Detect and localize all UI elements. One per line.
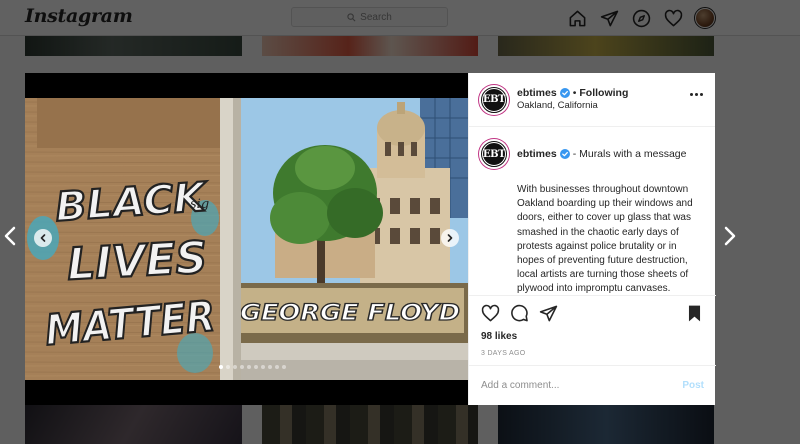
feed-thumbnail[interactable] — [25, 36, 242, 56]
post-modal: GEORGE FLOYD BLACK LIVES MATTER sig EBT … — [25, 73, 716, 405]
caption-avatar-text: EBT — [482, 142, 506, 166]
carousel-indicator — [219, 365, 286, 369]
carousel-dot — [233, 365, 237, 369]
carousel-dot — [282, 365, 286, 369]
chevron-right-icon — [447, 234, 453, 242]
comment-input[interactable] — [481, 380, 683, 391]
carousel-dot — [219, 365, 223, 369]
previous-post-arrow-icon[interactable] — [3, 226, 17, 246]
location-link[interactable]: Oakland, California — [517, 100, 628, 112]
instagram-logo[interactable]: Instagram — [25, 5, 133, 27]
verified-badge-icon — [559, 149, 570, 159]
post-caption: EBT ebtimes - Murals with a message With… — [479, 139, 705, 297]
carousel-dot — [226, 365, 230, 369]
profile-avatar[interactable] — [694, 7, 716, 29]
carousel-dot — [254, 365, 258, 369]
search-icon — [347, 12, 356, 21]
likes-count[interactable]: 98 likes — [481, 331, 704, 342]
avatar-text: EBT — [482, 87, 506, 112]
post-sidebar: EBT ebtimes • Following Oakland, Califor… — [468, 73, 716, 405]
post-media: GEORGE FLOYD BLACK LIVES MATTER sig — [25, 73, 468, 405]
home-icon[interactable] — [566, 7, 588, 29]
separator-dot: • — [572, 86, 577, 99]
activity-heart-icon[interactable] — [662, 7, 684, 29]
search-box[interactable]: Search — [291, 7, 448, 27]
caption-body: With businesses throughout downtown Oakl… — [517, 184, 693, 295]
post-photo[interactable]: GEORGE FLOYD BLACK LIVES MATTER sig — [25, 98, 468, 380]
carousel-dot — [268, 365, 272, 369]
like-heart-icon[interactable] — [481, 304, 500, 323]
bookmark-icon[interactable] — [685, 304, 704, 323]
next-post-arrow-icon[interactable] — [723, 226, 737, 246]
post-comment-button[interactable]: Post — [682, 380, 704, 391]
chevron-left-icon — [40, 234, 46, 242]
direct-message-icon[interactable] — [598, 7, 620, 29]
nav-icons — [566, 7, 716, 29]
caption-title: - Murals with a message — [572, 148, 687, 160]
carousel-dot — [240, 365, 244, 369]
account-avatar[interactable]: EBT — [479, 84, 509, 115]
mural-george-floyd-text: GEORGE FLOYD — [240, 301, 460, 326]
feed-thumbnail[interactable] — [25, 404, 242, 444]
post-header: EBT ebtimes • Following Oakland, Califor… — [469, 73, 715, 127]
carousel-dot — [247, 365, 251, 369]
feed-thumbnail[interactable] — [262, 36, 478, 56]
post-date[interactable]: 3 DAYS AGO — [481, 350, 704, 357]
feed-thumbnail[interactable] — [262, 404, 478, 444]
carousel-dot — [275, 365, 279, 369]
svg-text:sig: sig — [190, 197, 209, 212]
mural-text-lives: LIVES — [66, 232, 208, 290]
caption-username-link[interactable]: ebtimes — [517, 148, 557, 160]
carousel-dot — [261, 365, 265, 369]
feed-thumbnail[interactable] — [498, 36, 714, 56]
explore-icon[interactable] — [630, 7, 652, 29]
share-icon[interactable] — [539, 304, 558, 323]
comment-box: Post — [469, 365, 716, 405]
caption-avatar[interactable]: EBT — [479, 139, 509, 169]
post-actions: 98 likes 3 DAYS AGO — [469, 295, 716, 357]
search-placeholder: Search — [360, 11, 392, 23]
verified-badge-icon — [559, 88, 570, 99]
comment-icon[interactable] — [510, 304, 529, 323]
carousel-next-button[interactable] — [441, 229, 459, 247]
feed-thumbnail[interactable] — [498, 404, 714, 444]
carousel-prev-button[interactable] — [34, 229, 52, 247]
username-link[interactable]: ebtimes — [517, 87, 557, 101]
top-navigation-bar: Instagram Search — [0, 0, 800, 36]
more-options-icon[interactable] — [690, 93, 703, 96]
following-button[interactable]: Following — [579, 87, 628, 101]
